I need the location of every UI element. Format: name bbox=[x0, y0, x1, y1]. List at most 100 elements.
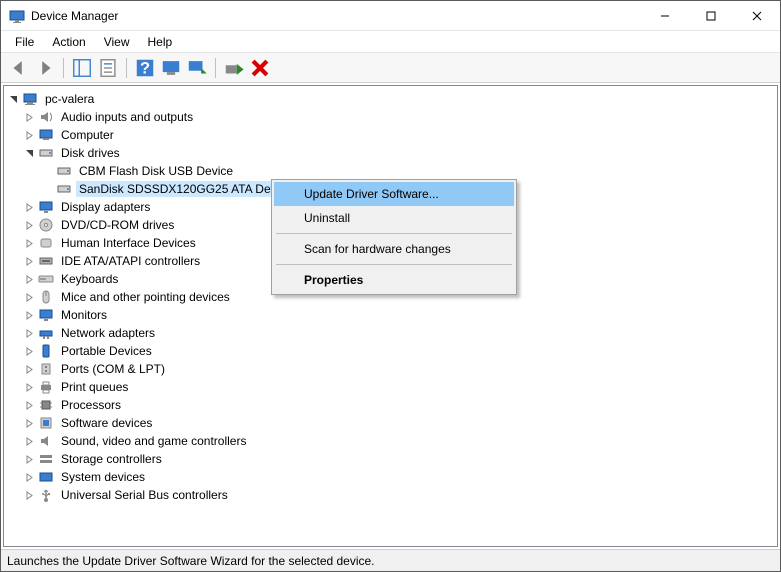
expand-icon[interactable] bbox=[22, 308, 36, 322]
menu-view[interactable]: View bbox=[96, 33, 138, 51]
tree-category-label: Processors bbox=[58, 397, 124, 413]
tree-category-label: Computer bbox=[58, 127, 117, 143]
expand-icon[interactable] bbox=[22, 380, 36, 394]
expand-icon[interactable] bbox=[22, 362, 36, 376]
minimize-button[interactable] bbox=[642, 1, 688, 30]
category-icon bbox=[38, 361, 54, 377]
close-button[interactable] bbox=[734, 1, 780, 30]
tree-category-label: Audio inputs and outputs bbox=[58, 109, 196, 125]
context-menu-item[interactable]: Uninstall bbox=[274, 206, 514, 230]
tree-category-label: System devices bbox=[58, 469, 148, 485]
back-button[interactable] bbox=[7, 56, 31, 80]
context-menu-separator bbox=[276, 233, 512, 234]
tree-category[interactable]: Software devices bbox=[4, 414, 777, 432]
tree-category[interactable]: Universal Serial Bus controllers bbox=[4, 486, 777, 504]
expand-icon[interactable] bbox=[22, 272, 36, 286]
tree-device[interactable]: CBM Flash Disk USB Device bbox=[4, 162, 777, 180]
category-icon bbox=[38, 415, 54, 431]
menu-help[interactable]: Help bbox=[140, 33, 181, 51]
category-icon bbox=[38, 199, 54, 215]
window-title: Device Manager bbox=[31, 9, 642, 23]
expand-icon[interactable] bbox=[22, 128, 36, 142]
tree-category[interactable]: Disk drives bbox=[4, 144, 777, 162]
category-icon bbox=[38, 487, 54, 503]
tree-category[interactable]: Computer bbox=[4, 126, 777, 144]
disk-icon bbox=[56, 181, 72, 197]
tree-category[interactable]: Processors bbox=[4, 396, 777, 414]
category-icon bbox=[38, 469, 54, 485]
category-icon bbox=[38, 451, 54, 467]
expand-icon[interactable] bbox=[22, 470, 36, 484]
tree-category[interactable]: Storage controllers bbox=[4, 450, 777, 468]
device-tree-panel[interactable]: pc-valera Audio inputs and outputs Compu… bbox=[3, 85, 778, 547]
tree-category[interactable]: Monitors bbox=[4, 306, 777, 324]
tree-category[interactable]: System devices bbox=[4, 468, 777, 486]
toolbar: ? bbox=[1, 53, 780, 83]
category-icon bbox=[38, 289, 54, 305]
expand-icon[interactable] bbox=[22, 326, 36, 340]
menubar: File Action View Help bbox=[1, 31, 780, 53]
uninstall-button[interactable] bbox=[248, 56, 272, 80]
category-icon bbox=[38, 145, 54, 161]
expand-icon[interactable] bbox=[22, 398, 36, 412]
menu-file[interactable]: File bbox=[7, 33, 42, 51]
context-menu-item[interactable]: Scan for hardware changes bbox=[274, 237, 514, 261]
tree-root[interactable]: pc-valera bbox=[4, 90, 777, 108]
expand-icon[interactable] bbox=[22, 236, 36, 250]
tree-device-label: SanDisk SDSSDX120GG25 ATA Device bbox=[76, 181, 295, 197]
category-icon bbox=[38, 253, 54, 269]
toolbar-separator bbox=[126, 58, 127, 78]
category-icon bbox=[38, 217, 54, 233]
expand-icon[interactable] bbox=[22, 452, 36, 466]
expand-icon[interactable] bbox=[22, 218, 36, 232]
tree-category-label: Sound, video and game controllers bbox=[58, 433, 249, 449]
expand-icon[interactable] bbox=[22, 290, 36, 304]
enable-button[interactable] bbox=[222, 56, 246, 80]
tree-category-label: Display adapters bbox=[58, 199, 153, 215]
menu-action[interactable]: Action bbox=[44, 33, 93, 51]
computer-icon bbox=[22, 91, 38, 107]
category-icon bbox=[38, 307, 54, 323]
tree-category[interactable]: Sound, video and game controllers bbox=[4, 432, 777, 450]
category-icon bbox=[38, 379, 54, 395]
tree-category-label: Ports (COM & LPT) bbox=[58, 361, 168, 377]
show-hide-tree-button[interactable] bbox=[70, 56, 94, 80]
tree-category[interactable]: Network adapters bbox=[4, 324, 777, 342]
tree-category[interactable]: Audio inputs and outputs bbox=[4, 108, 777, 126]
category-icon bbox=[38, 343, 54, 359]
expand-icon[interactable] bbox=[22, 146, 36, 160]
scan-hardware-button[interactable] bbox=[159, 56, 183, 80]
help-button[interactable]: ? bbox=[133, 56, 157, 80]
device-tree: pc-valera Audio inputs and outputs Compu… bbox=[4, 86, 777, 508]
context-menu-item[interactable]: Properties bbox=[274, 268, 514, 292]
tree-category-label: IDE ATA/ATAPI controllers bbox=[58, 253, 203, 269]
statusbar-text: Launches the Update Driver Software Wiza… bbox=[7, 554, 375, 568]
tree-category-label: Storage controllers bbox=[58, 451, 165, 467]
disk-icon bbox=[56, 163, 72, 179]
forward-button[interactable] bbox=[33, 56, 57, 80]
category-icon bbox=[38, 271, 54, 287]
context-menu-item[interactable]: Update Driver Software... bbox=[274, 182, 514, 206]
tree-category-label: Mice and other pointing devices bbox=[58, 289, 233, 305]
category-icon bbox=[38, 235, 54, 251]
expand-icon[interactable] bbox=[6, 92, 20, 106]
expand-icon[interactable] bbox=[22, 344, 36, 358]
tree-category[interactable]: Print queues bbox=[4, 378, 777, 396]
maximize-button[interactable] bbox=[688, 1, 734, 30]
context-menu: Update Driver Software...Uninstall Scan f… bbox=[271, 179, 517, 295]
properties-button[interactable] bbox=[96, 56, 120, 80]
tree-category-label: Universal Serial Bus controllers bbox=[58, 487, 231, 503]
update-driver-button[interactable] bbox=[185, 56, 209, 80]
tree-category[interactable]: Portable Devices bbox=[4, 342, 777, 360]
expand-icon[interactable] bbox=[22, 200, 36, 214]
expand-icon[interactable] bbox=[22, 488, 36, 502]
expand-icon[interactable] bbox=[22, 434, 36, 448]
expand-icon[interactable] bbox=[22, 110, 36, 124]
category-icon bbox=[38, 433, 54, 449]
tree-category[interactable]: Ports (COM & LPT) bbox=[4, 360, 777, 378]
context-menu-separator bbox=[276, 264, 512, 265]
tree-category-label: Portable Devices bbox=[58, 343, 155, 359]
expand-icon[interactable] bbox=[22, 254, 36, 268]
expand-icon[interactable] bbox=[22, 416, 36, 430]
app-icon bbox=[9, 8, 25, 24]
